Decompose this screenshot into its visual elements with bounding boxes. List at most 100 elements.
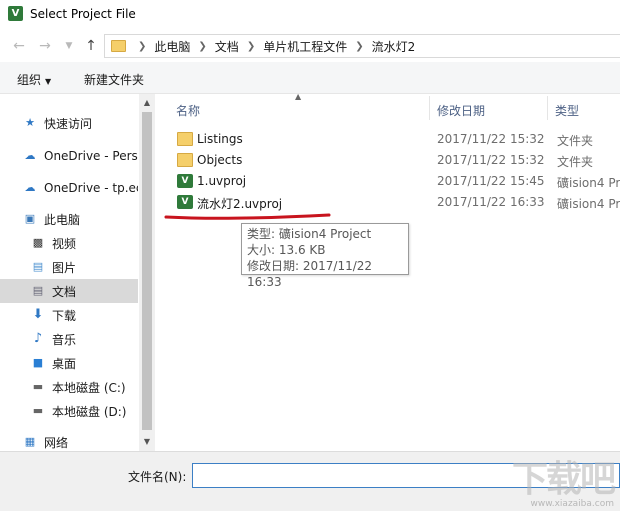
recent-locations-button[interactable]: ▼ <box>60 36 78 56</box>
column-header-type[interactable]: 类型 <box>555 102 579 119</box>
organize-button[interactable]: 组织 ▼ <box>17 71 51 88</box>
watermark-url: www.xiazaiba.com <box>530 499 614 509</box>
forward-button[interactable]: → <box>36 36 54 56</box>
sidebar-item-label: 下载 <box>52 308 77 323</box>
sidebar-item-label: 快速访问 <box>44 116 93 131</box>
arrow-right-icon: → <box>39 38 51 54</box>
chevron-right-icon[interactable]: ❯ <box>138 41 146 52</box>
folder-icon <box>177 153 193 167</box>
column-header-name[interactable]: 名称 <box>176 102 200 119</box>
sidebar-item-label: 网络 <box>44 435 69 450</box>
sidebar-item-documents[interactable]: ▤ 文档 <box>0 279 138 303</box>
caret-down-icon: ▼ <box>45 77 52 86</box>
video-icon: ▩ <box>32 236 44 249</box>
breadcrumb-this-pc[interactable]: 此电脑 <box>154 38 190 55</box>
file-modified: 2017/11/22 16:33 <box>437 195 545 209</box>
breadcrumb-current-folder[interactable]: 流水灯2 <box>372 38 416 55</box>
drive-icon: ▬ <box>32 404 44 417</box>
chevron-right-icon[interactable]: ❯ <box>355 41 363 52</box>
sidebar-item-quick-access[interactable]: ★ 快速访问 <box>0 111 138 135</box>
folder-icon <box>177 132 193 146</box>
breadcrumb-documents[interactable]: 文档 <box>215 38 239 55</box>
file-info-tooltip: 类型: 礦ision4 Project 大小: 13.6 KB 修改日期: 20… <box>241 223 409 289</box>
sidebar-item-label: 本地磁盘 (D:) <box>52 404 127 419</box>
red-annotation-underline <box>164 213 331 220</box>
up-button[interactable]: ↑ <box>82 36 100 56</box>
new-folder-button[interactable]: 新建文件夹 <box>84 71 144 88</box>
arrow-up-icon: ↑ <box>85 38 97 54</box>
sidebar-item-label: 本地磁盘 (C:) <box>52 380 126 395</box>
breadcrumb-mcu-projects[interactable]: 单片机工程文件 <box>263 38 347 55</box>
sidebar-item-desktop[interactable]: ■ 桌面 <box>0 351 138 375</box>
uvproj-icon: V <box>177 174 193 188</box>
window-title: Select Project File <box>30 7 136 21</box>
column-divider[interactable] <box>429 96 430 120</box>
tooltip-type: 类型: 礦ision4 Project <box>247 227 372 241</box>
file-modified: 2017/11/22 15:32 <box>437 132 545 146</box>
file-type: 礦ision4 Pro <box>557 176 620 190</box>
sidebar-item-drive-d[interactable]: ▬ 本地磁盘 (D:) <box>0 399 138 423</box>
file-type: 文件夹 <box>557 155 594 169</box>
sidebar-item-downloads[interactable]: ⬇ 下载 <box>0 303 138 327</box>
computer-icon: ▣ <box>24 212 36 225</box>
arrow-left-icon: ← <box>13 38 25 54</box>
back-button[interactable]: ← <box>10 36 28 56</box>
music-icon: ♪ <box>33 331 43 346</box>
file-name: 1.uvproj <box>197 174 247 188</box>
scroll-down-icon[interactable]: ▼ <box>140 435 154 449</box>
chevron-right-icon[interactable]: ❯ <box>247 41 255 52</box>
scroll-up-icon[interactable]: ▲ <box>140 96 154 110</box>
sidebar-item-videos[interactable]: ▩ 视频 <box>0 231 138 255</box>
file-row-1-uvproj[interactable]: V 1.uvproj 2017/11/22 15:45 礦ision4 Pro <box>173 171 620 192</box>
network-icon: ▦ <box>24 435 36 448</box>
sidebar-item-label: OneDrive - tp.ec <box>44 181 138 195</box>
sidebar-item-pictures[interactable]: ▤ 图片 <box>0 255 138 279</box>
site-watermark: 下载吧 www.xiazaiba.com <box>478 448 620 511</box>
file-type: 文件夹 <box>557 134 594 148</box>
sidebar-item-onedrive-personal[interactable]: ☁ OneDrive - Perso <box>0 144 139 168</box>
sidebar-item-music[interactable]: ♪ 音乐 <box>0 327 138 351</box>
folder-icon <box>111 40 126 52</box>
column-divider[interactable] <box>547 96 548 120</box>
filename-label: 文件名(N): <box>128 470 187 484</box>
navigation-bar: ← → ▼ ↑ ❯ 此电脑 ❯ 文档 ❯ 单片机工程文件 ❯ 流水灯2 <box>0 30 620 62</box>
file-name: 流水灯2.uvproj <box>197 197 283 211</box>
sidebar-item-label: OneDrive - Perso <box>44 149 138 163</box>
desktop-icon: ■ <box>32 356 44 369</box>
document-icon: ▤ <box>32 284 44 297</box>
drive-icon: ▬ <box>32 380 44 393</box>
file-row-objects[interactable]: Objects 2017/11/22 15:32 文件夹 <box>173 150 620 171</box>
download-icon: ⬇ <box>32 307 44 322</box>
command-toolbar: 组织 ▼ 新建文件夹 <box>0 62 620 94</box>
column-header-modified[interactable]: 修改日期 <box>437 102 485 119</box>
star-icon: ★ <box>25 116 35 129</box>
tooltip-size: 大小: 13.6 KB <box>247 243 326 257</box>
file-name: Objects <box>197 153 243 167</box>
chevron-down-icon: ▼ <box>65 41 73 51</box>
title-bar: V Select Project File <box>0 0 620 30</box>
organize-label: 组织 <box>17 73 42 87</box>
sidebar-item-label: 文档 <box>52 284 77 299</box>
sidebar-item-drive-c[interactable]: ▬ 本地磁盘 (C:) <box>0 375 138 399</box>
picture-icon: ▤ <box>32 260 44 273</box>
file-modified: 2017/11/22 15:32 <box>437 153 545 167</box>
navigation-pane: ★ 快速访问 ☁ OneDrive - Perso ☁ OneDrive - t… <box>0 94 155 451</box>
sidebar-item-this-pc[interactable]: ▣ 此电脑 <box>0 207 138 231</box>
file-row-listings[interactable]: Listings 2017/11/22 15:32 文件夹 <box>173 129 620 150</box>
sidebar-scroll-thumb[interactable] <box>142 112 152 430</box>
cloud-icon: ☁ <box>24 181 36 194</box>
sidebar-item-label: 图片 <box>52 260 77 275</box>
sidebar-item-onedrive-org[interactable]: ☁ OneDrive - tp.ec <box>0 176 139 200</box>
sort-ascending-icon: ▲ <box>295 92 302 101</box>
file-name: Listings <box>197 132 243 146</box>
file-row-liushuideng2-uvproj[interactable]: V 流水灯2.uvproj 2017/11/22 16:33 礦ision4 P… <box>173 192 620 213</box>
cloud-icon: ☁ <box>24 149 36 162</box>
sidebar-item-label: 视频 <box>52 236 77 251</box>
file-list: ▲ 名称 修改日期 类型 Listings 2017/11/22 15:32 文… <box>155 92 620 451</box>
watermark-logo: 下载吧 <box>511 458 616 500</box>
sidebar-item-label: 音乐 <box>52 332 77 347</box>
address-bar[interactable]: ❯ 此电脑 ❯ 文档 ❯ 单片机工程文件 ❯ 流水灯2 <box>104 34 620 58</box>
sidebar-item-label: 此电脑 <box>44 212 81 227</box>
sidebar-item-label: 桌面 <box>52 356 77 371</box>
chevron-right-icon[interactable]: ❯ <box>198 41 206 52</box>
